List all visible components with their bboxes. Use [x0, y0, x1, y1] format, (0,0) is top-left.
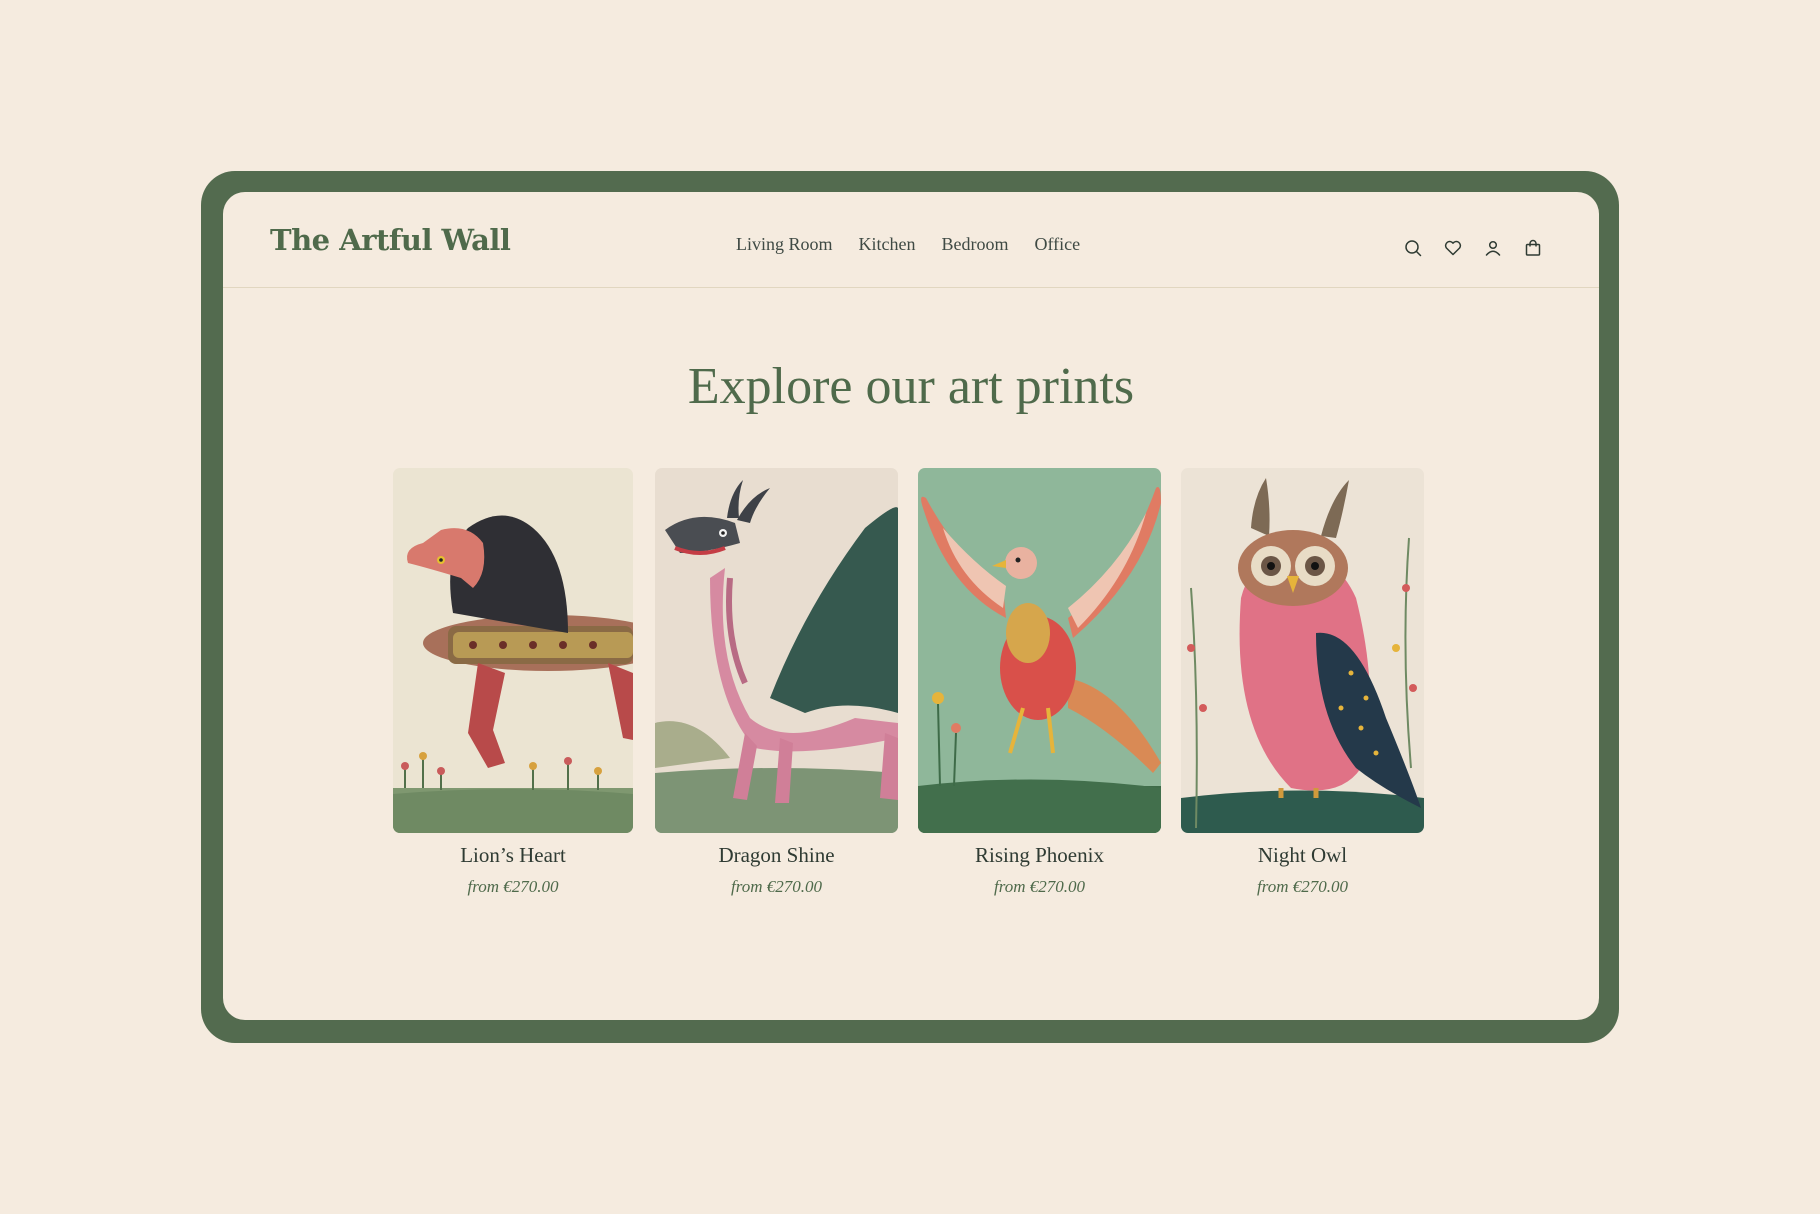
product-price: from €270.00: [994, 877, 1085, 896]
page-title: Explore our art prints: [687, 358, 1135, 415]
product-price: from €270.00: [467, 877, 559, 896]
product-card[interactable]: Night Owl from €270.00: [1181, 468, 1424, 897]
product-name[interactable]: Dragon Shine: [655, 843, 898, 868]
nav-office[interactable]: Office: [1035, 234, 1081, 255]
search-icon[interactable]: [1403, 238, 1423, 258]
owl-print-image[interactable]: [1181, 468, 1424, 833]
user-icon[interactable]: [1483, 238, 1503, 258]
product-price: from €270.00: [1257, 877, 1348, 896]
product-card[interactable]: Lion’s Heart from €270.00: [393, 468, 633, 897]
nav-bedroom[interactable]: Bedroom: [942, 234, 1009, 255]
lion-print-image[interactable]: [393, 468, 633, 833]
product-name[interactable]: Rising Phoenix: [918, 843, 1161, 868]
site-logo[interactable]: The Artful Wall: [270, 223, 511, 257]
product-name[interactable]: Lion’s Heart: [393, 843, 633, 868]
shopping-bag-icon[interactable]: [1523, 238, 1543, 258]
product-card[interactable]: Rising Phoenix from €270.00: [918, 468, 1161, 897]
site-header: The Artful Wall Living Room Kitchen Bedr…: [223, 192, 1599, 288]
nav-kitchen[interactable]: Kitchen: [859, 234, 916, 255]
header-actions: [1403, 238, 1543, 258]
dragon-print-image[interactable]: [655, 468, 898, 833]
heart-icon[interactable]: [1443, 238, 1463, 258]
store-page: The Artful Wall Living Room Kitchen Bedr…: [223, 192, 1599, 1020]
main-nav: Living Room Kitchen Bedroom Office: [736, 234, 1080, 255]
product-price: from €270.00: [731, 877, 822, 896]
product-name[interactable]: Night Owl: [1181, 843, 1424, 868]
product-card[interactable]: Dragon Shine from €270.00: [655, 468, 898, 897]
phoenix-print-image[interactable]: [918, 468, 1161, 833]
nav-living-room[interactable]: Living Room: [736, 234, 833, 255]
